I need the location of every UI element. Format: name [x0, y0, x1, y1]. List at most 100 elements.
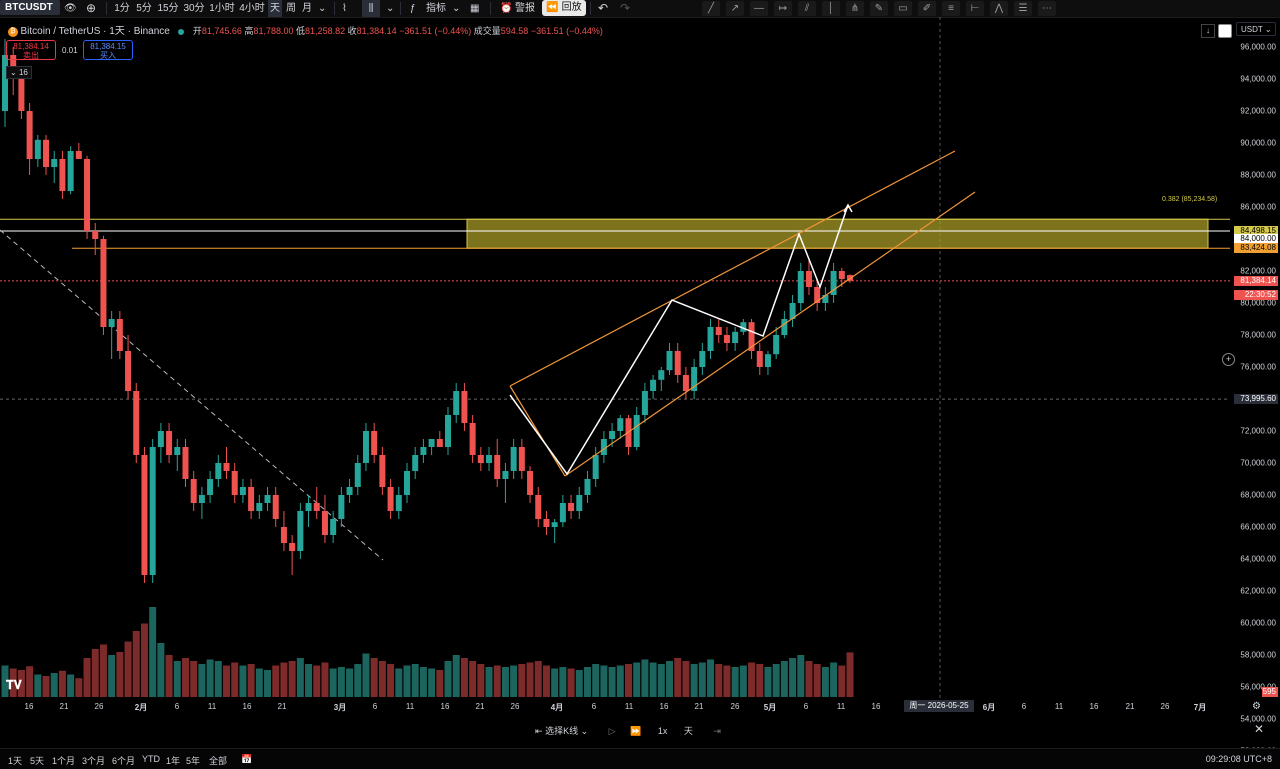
- chevron-down-icon[interactable]: ⌄: [581, 726, 589, 736]
- time-tick: 3月: [333, 703, 347, 712]
- candle-body: [781, 319, 788, 335]
- candle-body: [321, 511, 328, 535]
- range-button-2[interactable]: 1个月: [52, 754, 75, 767]
- time-tick: 26: [510, 702, 520, 711]
- calendar-icon[interactable]: 📅: [241, 754, 252, 765]
- volume-bar: [231, 662, 239, 697]
- candle-body: [838, 271, 845, 279]
- play-icon[interactable]: ▷: [609, 726, 616, 736]
- candle-body: [412, 455, 419, 471]
- volume-bar: [411, 664, 419, 697]
- time-tick: 21: [59, 702, 69, 711]
- buy-button[interactable]: 81,384.15 买入: [83, 40, 133, 60]
- fullscreen-icon[interactable]: [1218, 24, 1232, 38]
- price-tick: 94,000.00: [1240, 74, 1276, 84]
- add-alert-icon[interactable]: +: [1222, 353, 1235, 366]
- range-button-3[interactable]: 3个月: [82, 754, 105, 767]
- volume-bar: [362, 653, 370, 697]
- range-button-1[interactable]: 5天: [30, 754, 44, 767]
- currency-select[interactable]: USDT ⌄: [1236, 22, 1276, 36]
- candle-body: [26, 111, 33, 159]
- candle-body: [67, 151, 74, 191]
- candle-body: [264, 495, 271, 503]
- volume-bar: [149, 607, 157, 697]
- countdown-label: 22:30:52: [1234, 290, 1278, 300]
- candle-body: [371, 431, 378, 455]
- range-button-4[interactable]: 6个月: [112, 754, 135, 767]
- volume-bar: [838, 665, 846, 697]
- downtrend-line: [0, 229, 384, 561]
- volume-bar: [485, 667, 493, 697]
- candle-body: [805, 271, 812, 287]
- volume-bar: [337, 667, 345, 697]
- price-axis[interactable]: 96,000.00 94,000.00 92,000.00 90,000.00 88,0…: [1230, 38, 1280, 756]
- chevron-down-icon: ⌄: [1264, 25, 1272, 34]
- interval-button[interactable]: 天: [684, 726, 693, 736]
- speed-button[interactable]: 1x: [658, 726, 668, 736]
- candle-body: [436, 439, 443, 447]
- symbol-legend: ₿ Bitcoin / TetherUS · 1天 · Binance 开81,…: [8, 24, 603, 38]
- volume-bar: [58, 670, 66, 697]
- open-label: 开: [192, 26, 202, 36]
- step-forward-icon[interactable]: ⏩: [630, 726, 641, 736]
- select-bar-icon[interactable]: ⇤: [535, 726, 543, 736]
- candle-body: [518, 447, 525, 471]
- candle-body: [272, 495, 279, 519]
- sell-button[interactable]: 81,384.14 卖出: [6, 40, 56, 60]
- time-tick: 21: [475, 702, 485, 711]
- download-icon[interactable]: ↓: [1201, 24, 1215, 38]
- volume-bar: [493, 665, 501, 697]
- price-chart[interactable]: [0, 0, 1280, 768]
- volume-bar: [67, 674, 75, 697]
- settings-icon[interactable]: ⚙: [1252, 701, 1261, 712]
- candle-body: [527, 471, 534, 495]
- price-tick: 88,000.00: [1240, 170, 1276, 180]
- time-tick: 16: [1089, 702, 1099, 711]
- low-label: 低: [296, 26, 306, 36]
- candle-body: [707, 327, 714, 351]
- range-button-5[interactable]: YTD: [142, 754, 160, 764]
- candle-body: [84, 159, 91, 231]
- high-value: 81,788.00: [253, 26, 294, 36]
- range-button-7[interactable]: 5年: [186, 754, 200, 767]
- candle-body: [559, 503, 566, 523]
- range-button-0[interactable]: 1天: [8, 754, 22, 767]
- time-tick: 6: [1021, 702, 1027, 711]
- time-tick: 11: [1054, 702, 1064, 711]
- volume-bar: [674, 658, 682, 697]
- legend-title[interactable]: Bitcoin / TetherUS · 1天 · Binance: [21, 26, 170, 37]
- price-tick: 76,000.00: [1240, 362, 1276, 372]
- volume-bar: [173, 661, 181, 697]
- jump-to-real-time-icon[interactable]: ⇥: [713, 726, 721, 736]
- close-icon[interactable]: ✕: [1254, 722, 1264, 736]
- price-tick: 82,000.00: [1240, 266, 1276, 276]
- range-button-6[interactable]: 1年: [166, 754, 180, 767]
- time-tick: 26: [730, 702, 740, 711]
- volume-bar: [190, 661, 198, 697]
- candle-body: [297, 511, 304, 551]
- indicator-count-badge[interactable]: ⌄ 16: [6, 66, 32, 79]
- volume-bar: [321, 662, 329, 697]
- low-value: 81,258.82: [305, 26, 346, 36]
- price-tick: 72,000.00: [1240, 426, 1276, 436]
- candle-body: [723, 335, 730, 343]
- price-tick: 68,000.00: [1240, 490, 1276, 500]
- candle-body: [403, 471, 410, 495]
- candle-body: [576, 495, 583, 511]
- candle-body: [305, 503, 312, 511]
- candle-body: [682, 375, 689, 391]
- crosshair-price-label: 73,995.60: [1234, 394, 1278, 405]
- volume-bar: [551, 668, 559, 697]
- price-tick: 96,000.00: [1240, 42, 1276, 52]
- range-button-8[interactable]: 全部: [209, 754, 227, 767]
- candle-body: [674, 351, 681, 375]
- candle-body: [764, 354, 771, 367]
- select-bar-button[interactable]: 选择K线: [545, 726, 578, 736]
- volume-bar: [616, 665, 624, 697]
- candle-body: [699, 351, 706, 367]
- volume-bar: [214, 661, 222, 697]
- volume-bar: [559, 667, 567, 697]
- volume-bar: [460, 658, 468, 697]
- time-axis[interactable]: 16 21 26 2月 6 11 16 21 3月 6 11 16 21 26 4月 6 11 16 21 26 5月 6…: [0, 698, 1230, 714]
- lot-size: 0.01: [62, 46, 78, 55]
